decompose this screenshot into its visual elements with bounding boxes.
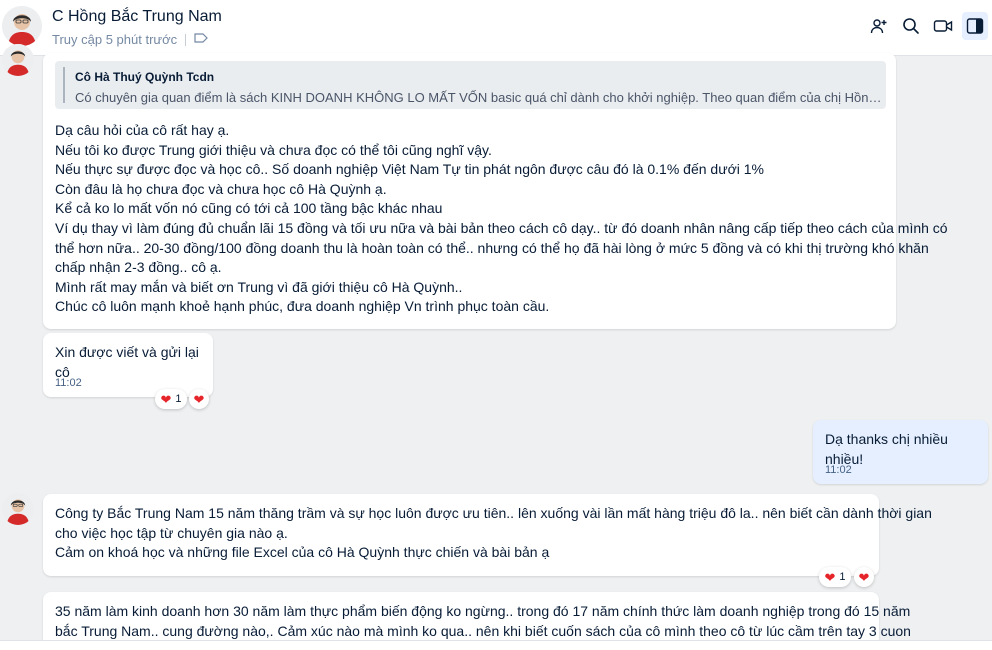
video-call-icon[interactable]: [930, 12, 956, 40]
message-line: Chúc cô luôn mạnh khoẻ hạnh phúc, đưa do…: [55, 298, 550, 315]
sender-avatar[interactable]: [2, 493, 34, 525]
heart-icon: ❤: [824, 569, 836, 585]
quoted-message[interactable]: Cô Hà Thuý Quỳnh Tcdn Có chuyên gia quan…: [55, 61, 886, 109]
last-active-text: Truy cập 5 phút trước: [52, 32, 178, 47]
contact-name[interactable]: C Hồng Bắc Trung Nam: [52, 8, 222, 26]
search-icon[interactable]: [898, 12, 924, 40]
message-text: Dạ câu hỏi của cô rất hay ạ. Nếu tôi ko …: [55, 121, 948, 317]
message-line: chấp nhận 2-3 đồng.. cô ạ.: [55, 259, 222, 276]
message-line: Nếu tôi ko được Trung giới thiệu và chưa…: [55, 141, 492, 158]
message-line: Kể cả ko lo mất vốn nó cũng có tới cả 10…: [55, 200, 443, 217]
chat-header: C Hồng Bắc Trung Nam Truy cập 5 phút trư…: [0, 0, 992, 56]
message-line: Ví dụ thay vì làm đúng đủ chuẩn lãi 15 đ…: [55, 219, 948, 236]
message-bubble[interactable]: Cô Hà Thuý Quỳnh Tcdn Có chuyên gia quan…: [43, 53, 948, 329]
heart-icon: ❤: [193, 391, 205, 407]
message-line: Nếu thực sự được đọc và học cô.. Số doan…: [55, 161, 764, 178]
contact-avatar[interactable]: [2, 6, 42, 46]
sidebar-toggle-icon[interactable]: [962, 12, 988, 40]
reaction-summary[interactable]: ❤ 1: [819, 567, 851, 587]
sender-avatar[interactable]: [2, 44, 34, 76]
add-member-icon[interactable]: [866, 12, 892, 40]
message-line: 35 năm làm kinh doanh hơn 30 năm làm thự…: [55, 603, 911, 619]
header-actions: [866, 12, 988, 40]
message-line: Còn đâu là họ chưa đọc và chưa học cô Hà…: [55, 180, 387, 197]
message-line: Dạ câu hỏi của cô rất hay ạ.: [55, 122, 230, 138]
message-text: 35 năm làm kinh doanh hơn 30 năm làm thự…: [55, 602, 911, 641]
my-message-bubble[interactable]: Dạ thanks chị nhiều nhiều! 11:02: [813, 420, 988, 484]
quote-text: Có chuyên gia quan điểm là sách KINH DOA…: [75, 90, 883, 105]
message-line: cho việc học tập từ chuyên gia nào ạ.: [55, 524, 288, 541]
message-time: 11:02: [825, 464, 852, 476]
heart-icon: ❤: [160, 391, 172, 407]
divider: [185, 33, 187, 46]
message-bubble[interactable]: Xin được viết và gửi lại cô 11:02: [43, 333, 213, 397]
quote-author: Cô Hà Thuý Quỳnh Tcdn: [75, 70, 215, 84]
quote-bar: [63, 67, 65, 103]
message-text: Công ty Bắc Trung Nam 15 năm thăng trầm …: [55, 504, 932, 563]
message-bubble[interactable]: Công ty Bắc Trung Nam 15 năm thăng trầm …: [43, 494, 932, 576]
message-line: Công ty Bắc Trung Nam 15 năm thăng trầm …: [55, 505, 932, 521]
tag-icon[interactable]: [194, 32, 208, 47]
message-time: 11:02: [55, 377, 82, 389]
message-line: bắc Trung Nam.. cung đường nào,. Cảm xúc…: [55, 622, 911, 639]
composer-edge: [0, 640, 992, 650]
reaction-summary[interactable]: ❤ 1: [155, 389, 187, 409]
heart-icon: ❤: [858, 569, 870, 585]
reaction-count: 1: [839, 571, 846, 583]
reaction-count: 1: [175, 393, 182, 405]
react-button[interactable]: ❤: [189, 389, 209, 409]
contact-status-row: Truy cập 5 phút trước: [52, 32, 208, 47]
message-line: thể hơn nữa.. 20-30 đồng/100 đồng doanh …: [55, 239, 929, 256]
message-line: Cảm on khoá học và những file Excel của …: [55, 544, 550, 561]
message-line: Mình rất may mắn và biết ơn Trung vì đã …: [55, 278, 463, 295]
react-button[interactable]: ❤: [854, 567, 874, 587]
